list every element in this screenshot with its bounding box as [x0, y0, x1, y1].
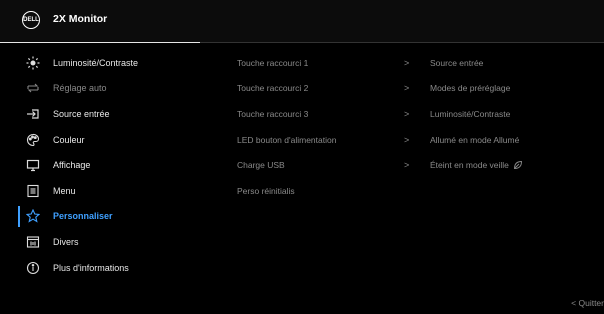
sidebar-item-more-info[interactable]: Plus d'informations: [0, 255, 210, 281]
eco-leaf-icon: [513, 160, 523, 170]
value-shortcut-key-1: Source entrée: [430, 50, 600, 76]
dell-logo: DELL: [22, 11, 40, 29]
submenu-item-label: Charge USB: [237, 160, 285, 171]
submenu-list: Touche raccourci 1 > Touche raccourci 2 …: [237, 50, 437, 204]
current-values-list: Source entrée Modes de préréglage Lumino…: [430, 50, 600, 178]
submenu-item-shortcut-key-3[interactable]: Touche raccourci 3 >: [237, 101, 437, 127]
sidebar-item-color[interactable]: Couleur: [0, 127, 210, 153]
value-usb-charging: Éteint en mode veille: [430, 152, 600, 178]
submenu-item-label: Touche raccourci 3: [237, 108, 309, 119]
star-icon: [26, 209, 40, 224]
submenu-item-shortcut-key-2[interactable]: Touche raccourci 2 >: [237, 76, 437, 102]
value-shortcut-key-3: Luminosité/Contraste: [430, 101, 600, 127]
value-text: Source entrée: [430, 57, 484, 68]
submenu-item-label: Touche raccourci 2: [237, 83, 309, 94]
sidebar-item-label: Couleur: [53, 134, 85, 145]
value-power-led: Allumé en mode Allumé: [430, 127, 600, 153]
monitor-title: 2X Monitor: [53, 13, 108, 25]
submenu-item-power-led[interactable]: LED bouton d'alimentation >: [237, 127, 437, 153]
color-palette-icon: [26, 133, 40, 147]
sidebar: Luminosité/Contraste Réglage auto Source…: [0, 50, 210, 280]
sidebar-item-label: Divers: [53, 236, 79, 247]
sidebar-item-label: Plus d'informations: [53, 262, 129, 273]
input-source-icon: [26, 107, 40, 121]
sidebar-item-personalize[interactable]: Personnaliser: [0, 204, 210, 230]
header-accent-line: [0, 42, 200, 43]
chevron-right-icon: >: [404, 134, 410, 145]
sidebar-item-display[interactable]: Affichage: [0, 152, 210, 178]
value-shortcut-key-2: Modes de préréglage: [430, 76, 600, 102]
sidebar-item-label: Luminosité/Contraste: [53, 57, 139, 68]
sidebar-item-menu[interactable]: Menu: [0, 178, 210, 204]
submenu-item-reset-personalization[interactable]: Perso réinitialis: [237, 178, 437, 204]
submenu-item-usb-charging[interactable]: Charge USB >: [237, 152, 437, 178]
active-indicator: [18, 205, 20, 227]
submenu-item-label: LED bouton d'alimentation: [237, 134, 337, 145]
display-icon: [26, 158, 40, 172]
chevron-right-icon: >: [404, 57, 410, 68]
sidebar-item-input-source[interactable]: Source entrée: [0, 101, 210, 127]
info-icon: [26, 261, 40, 275]
sidebar-item-label: Source entrée: [53, 108, 110, 119]
sidebar-item-others[interactable]: Divers: [0, 229, 210, 255]
exit-button[interactable]: < Quitter: [571, 298, 604, 308]
value-text: Modes de préréglage: [430, 83, 511, 94]
others-icon: [26, 235, 40, 249]
submenu-item-label: Touche raccourci 1: [237, 57, 309, 68]
menu-icon: [26, 184, 40, 198]
sidebar-item-label: Affichage: [53, 160, 91, 171]
value-text: Éteint en mode veille: [430, 160, 509, 171]
auto-adjust-icon: [26, 81, 40, 95]
osd-header: DELL 2X Monitor: [0, 0, 604, 43]
sidebar-item-label: Réglage auto: [53, 83, 107, 94]
sidebar-item-brightness-contrast[interactable]: Luminosité/Contraste: [0, 50, 210, 76]
sidebar-item-auto-adjust[interactable]: Réglage auto: [0, 76, 210, 102]
submenu-item-shortcut-key-1[interactable]: Touche raccourci 1 >: [237, 50, 437, 76]
sidebar-item-label: Personnaliser: [53, 211, 113, 222]
value-text: Allumé en mode Allumé: [430, 134, 520, 145]
chevron-right-icon: >: [404, 160, 410, 171]
brightness-icon: [26, 56, 40, 70]
submenu-item-label: Perso réinitialis: [237, 185, 295, 196]
chevron-right-icon: >: [404, 108, 410, 119]
sidebar-item-label: Menu: [53, 185, 76, 196]
chevron-right-icon: >: [404, 83, 410, 94]
value-text: Luminosité/Contraste: [430, 108, 511, 119]
